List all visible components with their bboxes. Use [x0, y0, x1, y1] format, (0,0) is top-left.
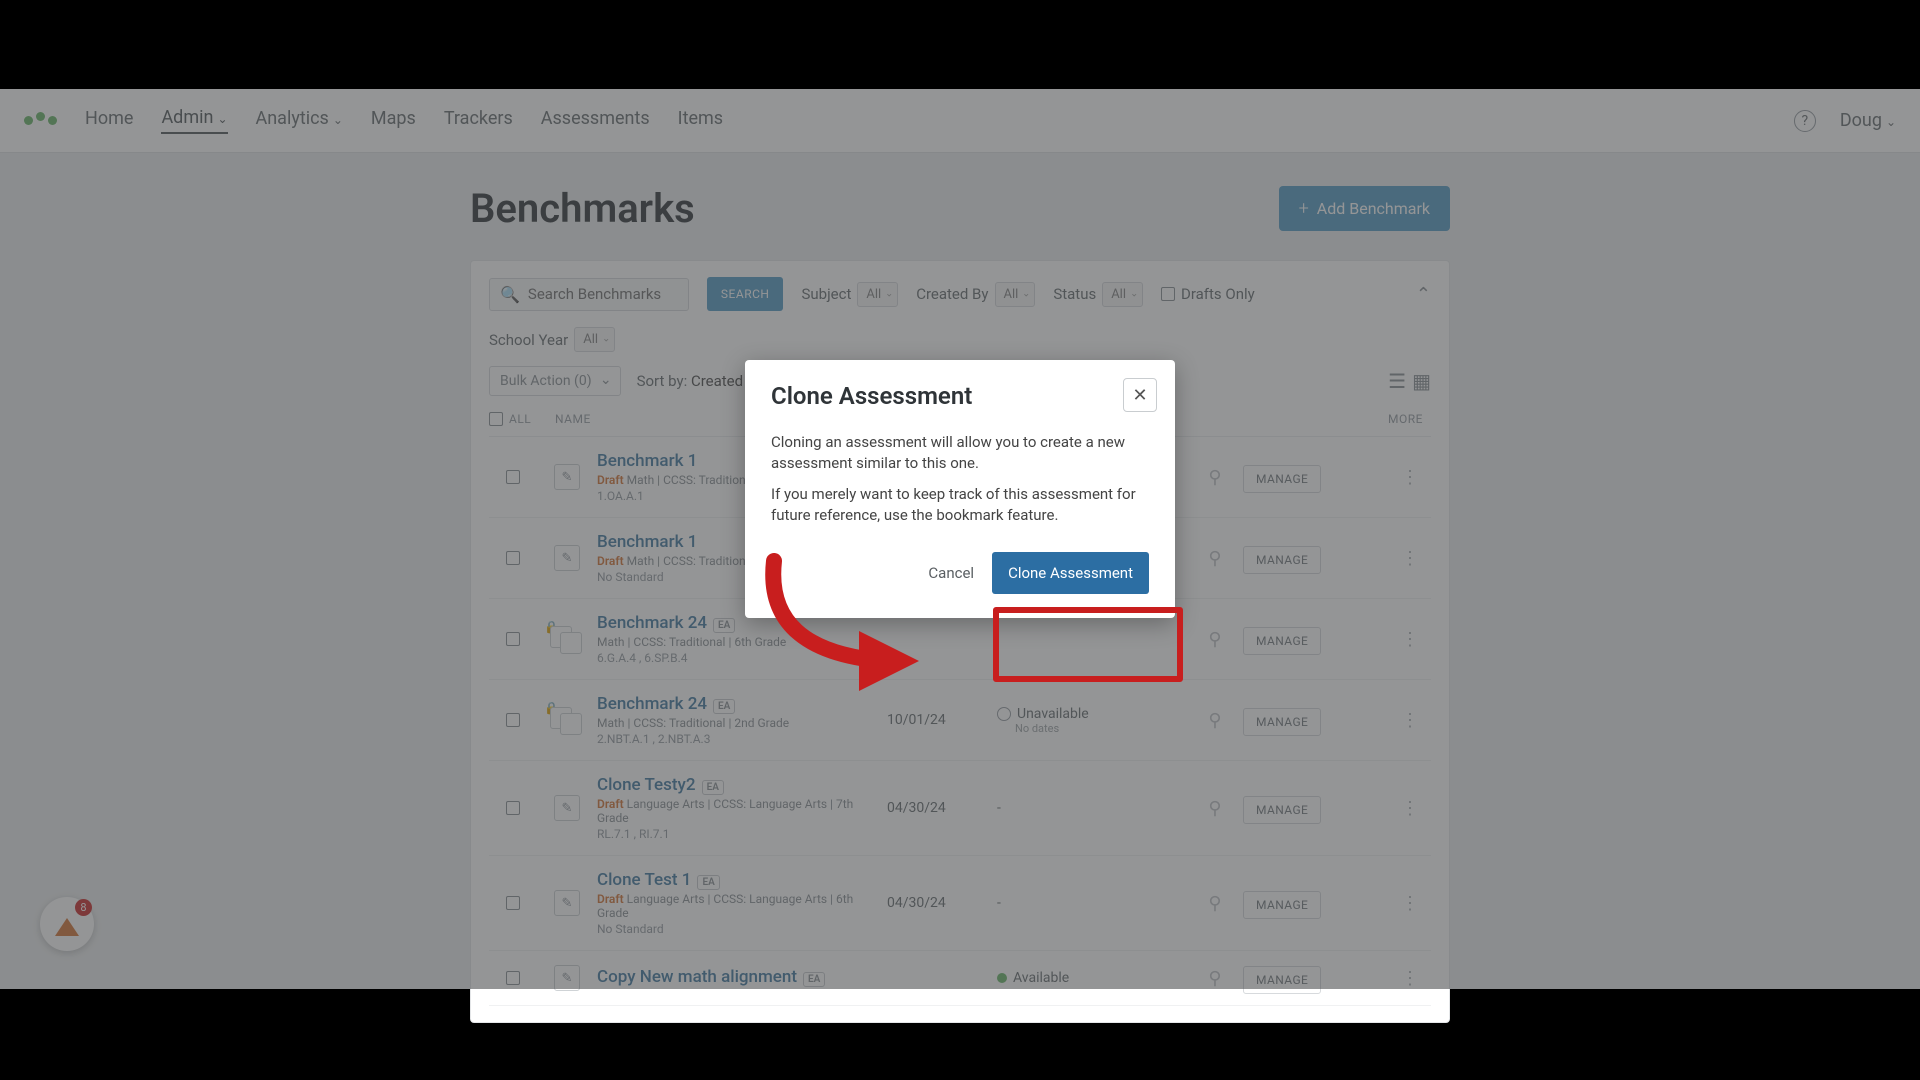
modal-text-2: If you merely want to keep track of this…	[771, 484, 1149, 526]
modal-text-1: Cloning an assessment will allow you to …	[771, 432, 1149, 474]
modal-close-button[interactable]: ✕	[1123, 378, 1157, 412]
clone-assessment-button[interactable]: Clone Assessment	[992, 552, 1149, 594]
modal-title: Clone Assessment	[771, 382, 1149, 410]
close-icon: ✕	[1132, 385, 1147, 406]
cancel-button[interactable]: Cancel	[922, 556, 980, 590]
clone-assessment-modal: Clone Assessment ✕ Cloning an assessment…	[745, 360, 1175, 618]
